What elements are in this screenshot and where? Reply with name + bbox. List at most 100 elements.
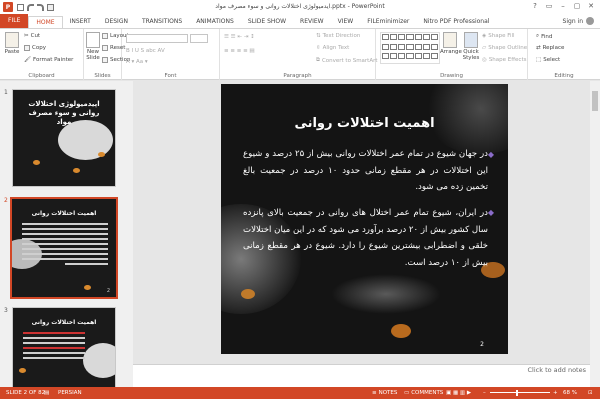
- slide-editor: اهمیت اختلالات روانی ◆ در جهان شیوع در ت…: [133, 81, 590, 387]
- tab-file[interactable]: FILE: [0, 14, 29, 28]
- slide-thumbnails-pane: 1 اپیدمیولوژی اختلالات روانی و سوء مصرف …: [0, 81, 126, 387]
- fit-slide-icon[interactable]: ⊡: [588, 390, 593, 396]
- brush-icon: 🖌: [24, 57, 31, 63]
- align-text-icon: ⇳: [316, 45, 321, 51]
- help-icon[interactable]: ?: [528, 0, 542, 12]
- tab-slide-show[interactable]: SLIDE SHOW: [241, 16, 293, 28]
- font-color-buttons[interactable]: A ▾ Aa ▾: [126, 59, 148, 65]
- pill-orange: [391, 324, 411, 338]
- tab-insert[interactable]: INSERT: [63, 16, 98, 28]
- format-painter-button[interactable]: 🖌 Format Painter: [24, 57, 73, 63]
- paste-button[interactable]: Paste: [2, 32, 22, 55]
- tab-view[interactable]: VIEW: [331, 16, 361, 28]
- sign-in[interactable]: Sign in: [563, 17, 594, 25]
- tab-animations[interactable]: ANIMATIONS: [189, 16, 241, 28]
- shape-fill-button[interactable]: ◈ Shape Fill: [482, 33, 515, 39]
- zoom-out-button[interactable]: –: [483, 390, 486, 396]
- tab-home[interactable]: HOME: [28, 16, 63, 28]
- slide-bullet-2[interactable]: در ایران، شیوع تمام عمر اختلال های روانی…: [243, 205, 488, 271]
- shape-effects-button[interactable]: ◎ Shape Effects: [482, 57, 526, 63]
- select-icon: ⬚: [536, 57, 542, 63]
- scissors-icon: ✂: [24, 33, 29, 39]
- thumbnail-title: اهمیت اختلالات روانی: [31, 319, 97, 326]
- bullet-diamond-icon: ◆: [487, 150, 494, 159]
- notes-button[interactable]: ≡ NOTES: [372, 390, 397, 396]
- list-buttons[interactable]: ☰ ☰ ⇤ ⇥ ↕: [224, 34, 255, 40]
- ribbon-tabs: FILE HOME INSERT DESIGN TRANSITIONS ANIM…: [0, 14, 600, 28]
- scroll-thumb[interactable]: [592, 91, 598, 111]
- thumbnail-scrollbar[interactable]: [126, 81, 133, 387]
- view-buttons[interactable]: ▣ ▦ ▥ ▶: [446, 390, 471, 396]
- slide-thumbnail-3[interactable]: اهمیت اختلالات روانی: [12, 307, 116, 387]
- slides-group: New Slide Layout Reset Section Slides: [83, 29, 130, 80]
- pill-orange: [241, 289, 255, 299]
- outline-icon: ▱: [482, 45, 487, 51]
- zoom-slider[interactable]: [490, 392, 550, 393]
- shape-outline-button[interactable]: ▱ Shape Outline: [482, 45, 527, 51]
- new-slide-button[interactable]: New Slide: [83, 32, 103, 61]
- slide-counter: SLIDE 2 OF 82: [6, 390, 46, 396]
- arrange-button[interactable]: Arrange: [440, 32, 462, 55]
- zoom-level[interactable]: 68 %: [563, 390, 577, 396]
- align-text-button[interactable]: ⇳ Align Text: [316, 45, 349, 51]
- new-slide-icon: [86, 32, 100, 48]
- editor-scrollbar[interactable]: [590, 81, 600, 387]
- cut-button[interactable]: ✂ Cut: [24, 33, 40, 39]
- slide-bullet-1[interactable]: در جهان شیوع در تمام عمر اختلالات روانی …: [243, 146, 488, 196]
- language-indicator[interactable]: PERSIAN: [58, 390, 82, 396]
- slide-number: 2: [480, 341, 484, 348]
- avatar: [586, 17, 594, 25]
- layout-icon: [102, 33, 108, 39]
- minimize-button[interactable]: –: [556, 0, 570, 12]
- notes-icon: ≡: [372, 390, 377, 396]
- font-name-field[interactable]: [126, 34, 188, 43]
- thumbnail-title: اپیدمیولوژی اختلالات روانی و سوء مصرف مو…: [28, 100, 100, 126]
- ribbon-options-icon[interactable]: ▭: [542, 0, 556, 12]
- tab-fileminimizer[interactable]: FILEminimizer: [360, 16, 416, 28]
- text-direction-icon: ⇅: [316, 33, 321, 39]
- clipboard-group: Paste ✂ Cut Copy 🖌 Format Painter Clipboar…: [0, 29, 84, 80]
- paragraph-group: ☰ ☰ ⇤ ⇥ ↕ ≡ ≡ ≡ ≡ ▤ ⇅ Text Direction ⇳ Ali…: [220, 29, 378, 80]
- find-button[interactable]: ⌕ Find: [536, 33, 552, 40]
- copy-icon: [24, 45, 30, 51]
- status-bar: SLIDE 2 OF 82 ▤ PERSIAN ≡ NOTES ▭ COMMENTS…: [0, 387, 600, 399]
- tab-transitions[interactable]: TRANSITIONS: [135, 16, 189, 28]
- text-direction-button[interactable]: ⇅ Text Direction: [316, 33, 360, 39]
- slide-thumbnail-2[interactable]: اهمیت اختلالات روانی 2: [10, 197, 118, 299]
- comment-icon: ▭: [404, 390, 410, 396]
- font-format-buttons[interactable]: B I U S abc AV: [126, 48, 165, 54]
- section-icon: [102, 57, 108, 63]
- font-group: B I U S abc AV A ▾ Aa ▾ Font: [122, 29, 220, 80]
- comments-button[interactable]: ▭ COMMENTS: [404, 390, 443, 396]
- quick-styles-icon: [464, 32, 478, 48]
- zoom-slider-thumb[interactable]: [516, 390, 518, 396]
- quick-styles-button[interactable]: Quick Styles: [461, 32, 481, 61]
- shapes-gallery[interactable]: [380, 32, 440, 64]
- zoom-in-button[interactable]: +: [553, 390, 558, 396]
- fill-icon: ◈: [482, 33, 487, 39]
- maximize-button[interactable]: ▢: [570, 0, 584, 12]
- replace-button[interactable]: ⇄ Replace: [536, 45, 564, 51]
- notes-pane[interactable]: Click to add notes: [133, 364, 590, 387]
- slide-thumbnail-1[interactable]: اپیدمیولوژی اختلالات روانی و سوء مصرف مو…: [12, 89, 116, 187]
- align-buttons[interactable]: ≡ ≡ ≡ ≡ ▤: [224, 48, 255, 54]
- font-size-field[interactable]: [190, 34, 208, 43]
- background-lines: [331, 274, 441, 314]
- proofing-icon[interactable]: ▤: [44, 390, 49, 396]
- close-button[interactable]: ✕: [584, 0, 598, 12]
- current-slide[interactable]: اهمیت اختلالات روانی ◆ در جهان شیوع در ت…: [221, 84, 508, 354]
- select-button[interactable]: ⬚ Select: [536, 57, 560, 63]
- convert-smartart-button[interactable]: ⧉ Convert to SmartArt: [316, 57, 378, 64]
- smartart-icon: ⧉: [316, 57, 320, 63]
- find-icon: ⌕: [536, 33, 540, 39]
- drawing-group: Arrange Quick Styles ◈ Shape Fill ▱ Shape …: [376, 29, 528, 80]
- window-title: ایدمیولوژی اختلالات روانی و سوء مصرف موا…: [215, 3, 385, 10]
- copy-button[interactable]: Copy: [24, 45, 46, 51]
- editing-group: ⌕ Find ⇄ Replace ⬚ Select Editing: [536, 33, 574, 79]
- tab-nitro-pdf[interactable]: Nitro PDF Professional: [416, 16, 496, 28]
- effects-icon: ◎: [482, 57, 487, 63]
- tab-review[interactable]: REVIEW: [293, 16, 331, 28]
- slide-title[interactable]: اهمیت اختلالات روانی: [221, 116, 508, 131]
- tab-design[interactable]: DESIGN: [98, 16, 135, 28]
- reset-icon: [102, 45, 108, 51]
